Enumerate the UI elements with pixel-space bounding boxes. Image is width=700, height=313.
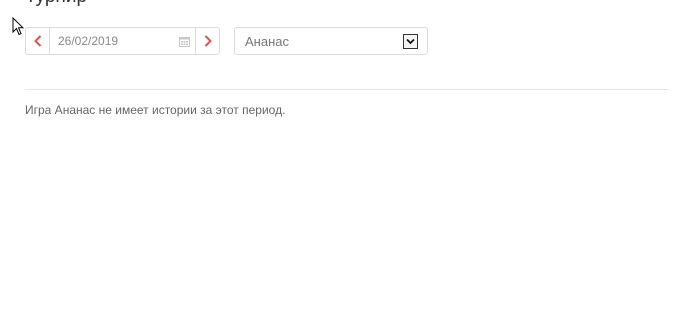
date-value: 26/02/2019 <box>58 34 119 48</box>
empty-history-message: Игра Ананас не имеет истории за этот пер… <box>25 103 286 117</box>
chevron-left-icon <box>33 35 42 47</box>
prev-date-button[interactable] <box>26 28 50 54</box>
mouse-cursor-icon <box>12 16 25 36</box>
page-title: Турнир <box>25 0 87 8</box>
game-select[interactable]: Ананас <box>234 27 428 55</box>
divider <box>25 89 669 90</box>
date-input[interactable]: 26/02/2019 <box>50 28 195 54</box>
next-date-button[interactable] <box>195 28 219 54</box>
date-picker: 26/02/2019 <box>25 27 220 55</box>
calendar-icon[interactable] <box>179 36 190 47</box>
chevron-down-icon[interactable] <box>403 33 418 49</box>
chevron-right-icon <box>204 35 212 47</box>
page: Турнир 26/02/2019 <box>0 0 700 313</box>
game-select-value: Ананас <box>245 33 289 49</box>
